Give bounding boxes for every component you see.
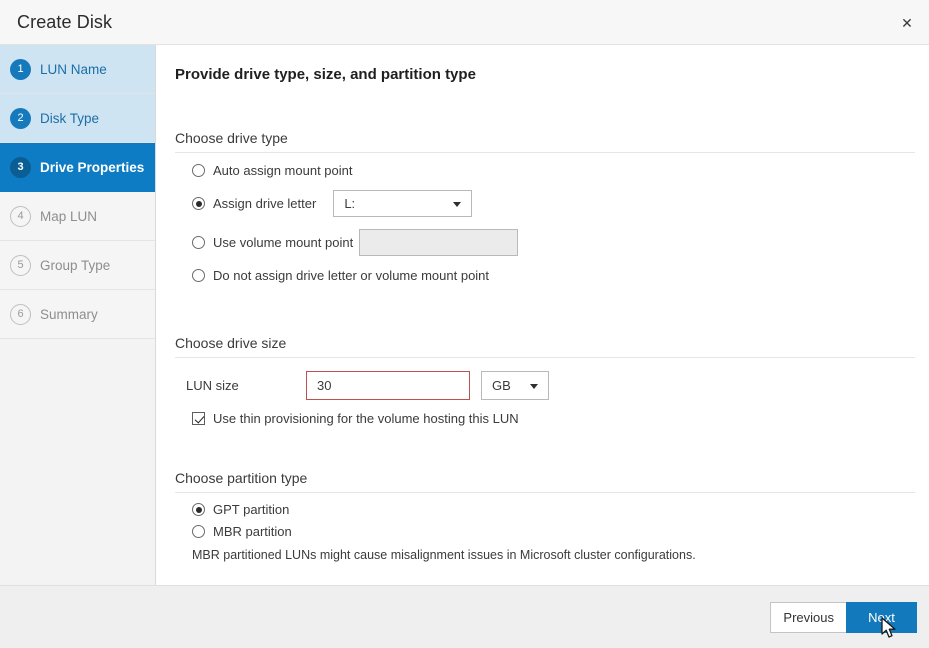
step-label: Map LUN: [40, 208, 98, 224]
radio-use-volume-mount-point[interactable]: [192, 236, 205, 249]
chevron-down-icon: [530, 383, 538, 389]
radio-row-gpt[interactable]: GPT partition: [175, 502, 915, 517]
sidebar-item-map-lun[interactable]: 4 Map LUN: [0, 192, 155, 241]
drive-letter-value: L:: [344, 196, 356, 211]
lun-size-unit-value: GB: [492, 378, 511, 393]
radio-gpt-partition[interactable]: [192, 503, 205, 516]
radio-row-assign-drive-letter[interactable]: Assign drive letter L:: [175, 190, 915, 217]
radio-row-no-assign[interactable]: Do not assign drive letter or volume mou…: [175, 268, 915, 283]
step-number: 3: [10, 156, 31, 178]
radio-label-auto-assign: Auto assign mount point: [213, 163, 353, 178]
drive-letter-select[interactable]: L:: [333, 190, 473, 217]
section-title-drive-size: Choose drive size: [175, 335, 915, 358]
dialog-title: Create Disk: [17, 12, 113, 32]
radio-assign-drive-letter[interactable]: [192, 197, 205, 210]
dialog-footer: Previous Next: [0, 585, 929, 648]
create-disk-dialog: Create Disk ✕ 1 LUN Name 2 Disk Type 3 D…: [0, 0, 929, 648]
close-icon[interactable]: ✕: [896, 12, 918, 34]
step-number: 4: [10, 205, 31, 227]
radio-label-do-not-assign: Do not assign drive letter or volume mou…: [213, 268, 490, 283]
sidebar-item-summary[interactable]: 6 Summary: [0, 290, 155, 339]
step-number: 6: [10, 303, 31, 325]
thin-provisioning-label: Use thin provisioning for the volume hos…: [213, 411, 519, 426]
sidebar-item-disk-type[interactable]: 2 Disk Type: [0, 94, 155, 143]
previous-button[interactable]: Previous: [770, 602, 847, 633]
radio-do-not-assign[interactable]: [192, 269, 205, 282]
volume-mount-point-input[interactable]: [359, 229, 519, 256]
thin-provisioning-row[interactable]: Use thin provisioning for the volume hos…: [175, 411, 915, 426]
step-label: LUN Name: [40, 61, 107, 77]
radio-label-gpt: GPT partition: [213, 502, 290, 517]
step-label: Group Type: [40, 257, 111, 273]
section-title-partition-type: Choose partition type: [175, 470, 915, 493]
chevron-down-icon: [453, 201, 462, 207]
dialog-body: 1 LUN Name 2 Disk Type 3 Drive Propertie…: [0, 45, 929, 585]
partition-note: MBR partitioned LUNs might cause misalig…: [192, 548, 696, 562]
wizard-content: Provide drive type, size, and partition …: [156, 45, 929, 585]
step-label: Drive Properties: [40, 159, 145, 175]
sidebar-item-lun-name[interactable]: 1 LUN Name: [0, 45, 155, 94]
section-drive-type: Choose drive type Auto assign mount poin…: [175, 130, 915, 283]
radio-label-volume-mount-point: Use volume mount point: [213, 235, 354, 250]
sidebar-item-drive-properties[interactable]: 3 Drive Properties: [0, 143, 155, 192]
radio-row-auto-assign[interactable]: Auto assign mount point: [175, 163, 915, 178]
section-title-drive-type: Choose drive type: [175, 130, 915, 153]
radio-auto-assign-mount-point[interactable]: [192, 164, 205, 177]
lun-size-unit-select[interactable]: GB: [481, 371, 549, 400]
section-partition-type: Choose partition type GPT partition MBR …: [175, 470, 915, 562]
sidebar-item-group-type[interactable]: 5 Group Type: [0, 241, 155, 290]
wizard-sidebar: 1 LUN Name 2 Disk Type 3 Drive Propertie…: [0, 45, 156, 585]
step-number: 1: [10, 58, 31, 80]
lun-size-input[interactable]: 30: [306, 371, 470, 400]
radio-row-mbr[interactable]: MBR partition: [175, 524, 915, 539]
lun-size-label: LUN size: [186, 378, 239, 393]
radio-row-volume-mount-point[interactable]: Use volume mount point: [175, 229, 915, 256]
thin-provisioning-checkbox[interactable]: [192, 412, 205, 425]
step-number: 2: [10, 107, 31, 129]
section-drive-size: Choose drive size LUN size 30 GB Use thi…: [175, 335, 915, 426]
lun-size-row: LUN size 30 GB: [175, 371, 915, 400]
radio-mbr-partition[interactable]: [192, 525, 205, 538]
page-title: Provide drive type, size, and partition …: [175, 66, 476, 83]
step-label: Summary: [40, 306, 98, 322]
dialog-titlebar: Create Disk ✕: [0, 0, 929, 45]
next-button[interactable]: Next: [846, 602, 917, 633]
radio-label-assign-drive-letter: Assign drive letter: [213, 196, 317, 211]
radio-label-mbr: MBR partition: [213, 524, 292, 539]
step-number: 5: [10, 254, 31, 276]
step-label: Disk Type: [40, 110, 100, 126]
